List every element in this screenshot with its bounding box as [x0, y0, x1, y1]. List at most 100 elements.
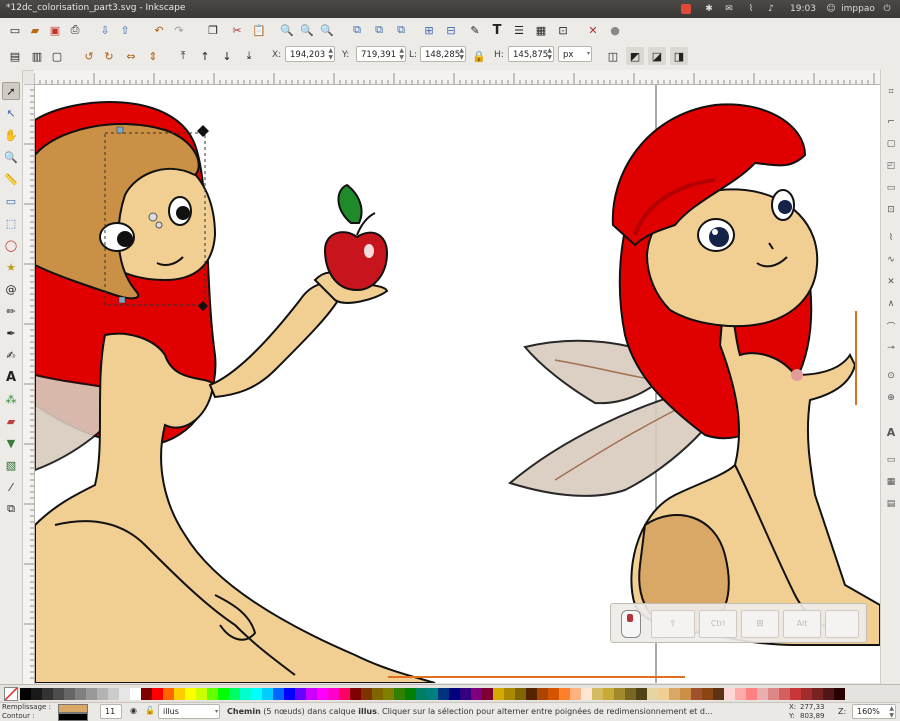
- color-swatch[interactable]: [834, 688, 845, 700]
- stroke-width-field[interactable]: 11: [100, 704, 122, 719]
- document-properties-icon[interactable]: ●: [606, 21, 624, 39]
- open-file-icon[interactable]: ▰: [26, 21, 44, 39]
- paint-bucket-tool-icon[interactable]: ▼: [2, 434, 20, 452]
- snap-page-border-icon[interactable]: ▭: [883, 452, 899, 468]
- color-swatch[interactable]: [64, 688, 75, 700]
- color-swatch[interactable]: [515, 688, 526, 700]
- connector-tool-icon[interactable]: ⧉: [2, 500, 20, 518]
- pencil-tool-icon[interactable]: ✏: [2, 302, 20, 320]
- dropper-tool-icon[interactable]: ⁄: [2, 478, 20, 496]
- spiral-tool-icon[interactable]: @: [2, 280, 20, 298]
- unlink-clone-icon[interactable]: ⧉: [392, 21, 410, 39]
- color-swatch[interactable]: [251, 688, 262, 700]
- snap-text-baseline-icon[interactable]: A: [883, 424, 899, 440]
- tweak-tool-icon[interactable]: ✋: [2, 126, 20, 144]
- eraser-tool-icon[interactable]: ▰: [2, 412, 20, 430]
- lock-ratio-icon[interactable]: 🔒: [470, 47, 488, 65]
- save-icon[interactable]: ▣: [46, 21, 64, 39]
- color-swatch[interactable]: [273, 688, 284, 700]
- paste-icon[interactable]: 📋: [250, 21, 268, 39]
- node-handle[interactable]: [155, 221, 163, 229]
- text-tool-icon[interactable]: A: [2, 368, 20, 386]
- transform-patterns-icon[interactable]: ◨: [670, 47, 688, 65]
- color-swatch[interactable]: [504, 688, 515, 700]
- color-swatch[interactable]: [790, 688, 801, 700]
- layer-lock-icon[interactable]: 🔓: [145, 706, 155, 715]
- color-swatch[interactable]: [306, 688, 317, 700]
- snap-bbox-edges-icon[interactable]: ▢: [883, 136, 899, 152]
- color-swatch[interactable]: [493, 688, 504, 700]
- color-swatch[interactable]: [680, 688, 691, 700]
- horizontal-ruler[interactable]: [33, 70, 880, 85]
- network-icon[interactable]: ⌇: [744, 2, 758, 16]
- rectangle-tool-icon[interactable]: ▭: [2, 192, 20, 210]
- color-swatch[interactable]: [163, 688, 174, 700]
- color-swatch[interactable]: [614, 688, 625, 700]
- snap-smooth-nodes-icon[interactable]: ⌒: [883, 318, 899, 334]
- user-name[interactable]: imppao: [838, 2, 878, 16]
- red-indicator-icon[interactable]: [678, 2, 694, 16]
- color-swatch[interactable]: [229, 688, 240, 700]
- select-all-icon[interactable]: ▤: [6, 47, 24, 65]
- color-swatch[interactable]: [647, 688, 658, 700]
- snap-toggle-icon[interactable]: ⌗: [883, 84, 899, 100]
- color-swatch[interactable]: [768, 688, 779, 700]
- copy-icon[interactable]: ❐: [204, 21, 222, 39]
- color-swatch[interactable]: [86, 688, 97, 700]
- color-swatch[interactable]: [812, 688, 823, 700]
- color-swatch[interactable]: [581, 688, 592, 700]
- measure-tool-icon[interactable]: 📏: [2, 170, 20, 188]
- visibility-eye-icon[interactable]: ◉: [130, 706, 137, 715]
- color-swatch[interactable]: [262, 688, 273, 700]
- layer-select[interactable]: illus ▾: [158, 704, 220, 719]
- color-swatch[interactable]: [449, 688, 460, 700]
- duplicate-icon[interactable]: ⧉: [348, 21, 366, 39]
- rotate-cw-icon[interactable]: ↻: [100, 47, 118, 65]
- color-swatch[interactable]: [97, 688, 108, 700]
- y-field[interactable]: 719,391 ▲ ▼: [356, 46, 406, 62]
- color-swatch[interactable]: [801, 688, 812, 700]
- color-swatch[interactable]: [207, 688, 218, 700]
- user-icon[interactable]: ☺: [824, 2, 838, 16]
- color-swatch[interactable]: [757, 688, 768, 700]
- transform-gradients-icon[interactable]: ◪: [648, 47, 666, 65]
- snap-bbox-icon[interactable]: ⌐: [883, 114, 899, 130]
- pen-tool-icon[interactable]: ✒: [2, 324, 20, 342]
- deselect-icon[interactable]: ▢: [48, 47, 66, 65]
- left-fairy-arm[interactable]: [208, 282, 342, 399]
- color-swatch[interactable]: [537, 688, 548, 700]
- ctrl-key[interactable]: Ctrl: [699, 610, 737, 638]
- color-swatch[interactable]: [196, 688, 207, 700]
- align-distribute-icon[interactable]: ⊡: [554, 21, 572, 39]
- color-swatch[interactable]: [658, 688, 669, 700]
- color-swatch[interactable]: [31, 688, 42, 700]
- undo-icon[interactable]: ↶: [150, 21, 168, 39]
- color-swatch[interactable]: [75, 688, 86, 700]
- xml-editor-icon[interactable]: ▦: [532, 21, 550, 39]
- color-swatch[interactable]: [53, 688, 64, 700]
- color-swatch[interactable]: [416, 688, 427, 700]
- snap-grid-icon[interactable]: ▦: [883, 474, 899, 490]
- color-swatch[interactable]: [823, 688, 834, 700]
- print-icon[interactable]: ⎙: [66, 21, 84, 39]
- text-font-icon[interactable]: T: [488, 21, 506, 39]
- shift-key[interactable]: ⇧: [651, 610, 695, 638]
- zoom-page-icon[interactable]: 🔍: [318, 21, 336, 39]
- bluetooth-icon[interactable]: ✱: [702, 2, 716, 16]
- color-swatch[interactable]: [372, 688, 383, 700]
- color-swatch[interactable]: [724, 688, 735, 700]
- drawing-canvas[interactable]: ⇧ Ctrl ⊞ Alt: [35, 85, 880, 683]
- color-swatch[interactable]: [295, 688, 306, 700]
- vertical-ruler[interactable]: [22, 83, 35, 684]
- fill-stroke-icon[interactable]: ✎: [466, 21, 484, 39]
- y-spin-arrows[interactable]: ▲ ▼: [399, 47, 404, 61]
- snap-guide-icon[interactable]: ▤: [883, 496, 899, 512]
- clone-icon[interactable]: ⧉: [370, 21, 388, 39]
- color-swatch[interactable]: [317, 688, 328, 700]
- raise-to-top-icon[interactable]: ⤒: [174, 47, 192, 65]
- unit-dropdown-arrow[interactable]: ▾: [587, 47, 590, 61]
- node-handle[interactable]: [116, 126, 124, 134]
- snap-nodes-icon[interactable]: ⌇: [883, 230, 899, 246]
- fill-indicator[interactable]: [58, 704, 88, 713]
- color-swatch[interactable]: [779, 688, 790, 700]
